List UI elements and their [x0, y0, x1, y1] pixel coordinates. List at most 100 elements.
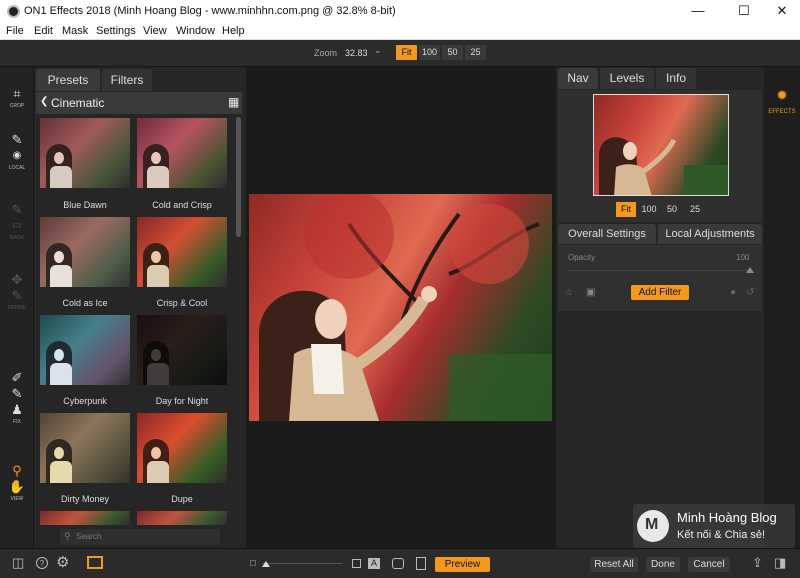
hand-icon: ✋ — [8, 479, 26, 494]
back-icon[interactable]: ❮ — [40, 96, 48, 107]
tool-local[interactable]: ✎ ◉ LOCAL — [0, 133, 34, 172]
search-icon: ⚲ — [64, 531, 71, 541]
title-bar: ON1 Effects 2018 (Minh Hoang Blog - www.… — [0, 0, 800, 23]
zoom-value[interactable]: 32.83 — [345, 48, 368, 58]
watermark-subtitle: Kết nối & Chia sẻ! — [677, 529, 766, 541]
camera-icon[interactable]: ▣ — [586, 287, 595, 298]
module-effects[interactable]: ✹ EFFECTS — [764, 87, 800, 116]
nav-100-button[interactable]: 100 — [639, 202, 659, 217]
zoom-icon: ⚲ — [12, 463, 22, 478]
preset-thumbnail[interactable] — [137, 118, 227, 188]
nav-50-button[interactable]: 50 — [662, 202, 682, 217]
menu-view[interactable]: View — [143, 25, 167, 37]
preset-thumbnail[interactable] — [137, 413, 227, 483]
tab-presets[interactable]: Presets — [36, 69, 100, 91]
menu-window[interactable]: Window — [176, 25, 215, 37]
preset-label: Blue Dawn — [63, 200, 107, 210]
maximize-button[interactable]: ☐ — [724, 2, 764, 22]
watermark-title: Minh Hoàng Blog — [677, 510, 777, 525]
nav-fit-button[interactable]: Fit — [616, 202, 636, 217]
effects-icon: ✹ — [776, 87, 788, 103]
menu-settings[interactable]: Settings — [96, 25, 136, 37]
main-photo[interactable] — [249, 194, 552, 421]
tab-levels[interactable]: Levels — [600, 68, 654, 89]
overall-settings-panel: Opacity 100 ⌂ ▣ ● ↺ — [558, 245, 762, 311]
blog-logo: M — [637, 510, 669, 542]
preset-thumbnail[interactable] — [40, 511, 130, 525]
eye-icon: ◉ — [12, 150, 22, 161]
opacity-slider[interactable] — [568, 270, 753, 271]
minimize-button[interactable]: — — [678, 2, 718, 22]
checkbox-icon[interactable] — [352, 559, 361, 568]
tool-crop-label: CROP — [9, 103, 25, 109]
close-button[interactable]: ✕ — [762, 2, 800, 22]
preset-thumbnail[interactable] — [40, 315, 130, 385]
add-filter-button[interactable]: Add Filter — [631, 285, 689, 300]
zoom-100-button[interactable]: 100 — [419, 45, 440, 60]
menu-file[interactable]: File — [6, 25, 24, 37]
tab-local-adjustments[interactable]: Local Adjustments — [658, 224, 762, 244]
search-input[interactable]: ⚲ Search — [60, 529, 220, 545]
tab-nav[interactable]: Nav — [558, 68, 598, 89]
opacity-slider-handle[interactable] — [746, 267, 754, 273]
thumbnail-size-slider[interactable] — [262, 563, 342, 564]
window-title: ON1 Effects 2018 (Minh Hoang Blog - www.… — [24, 5, 396, 17]
preset-thumbnail[interactable] — [137, 511, 227, 525]
text-overlay-icon[interactable]: A — [368, 558, 380, 569]
gear-icon[interactable]: ● — [730, 287, 736, 298]
compare-view-icon[interactable] — [87, 556, 103, 569]
menu-bar: File Edit Mask Settings View Window Help — [0, 23, 800, 40]
cancel-button[interactable]: Cancel — [688, 557, 730, 572]
menu-mask[interactable]: Mask — [62, 25, 88, 37]
nav-25-button[interactable]: 25 — [685, 202, 705, 217]
mask-icon[interactable]: ⌂ — [566, 287, 572, 298]
tab-overall-settings[interactable]: Overall Settings — [558, 224, 656, 244]
blog-logo-letter: M — [645, 516, 659, 533]
zoom-50-button[interactable]: 50 — [442, 45, 463, 60]
mask-brush-icon: ✎ — [11, 202, 23, 217]
menu-help[interactable]: Help — [222, 25, 245, 37]
preview-button[interactable]: Preview — [435, 557, 490, 572]
reset-all-button[interactable]: Reset All — [590, 557, 638, 572]
tool-sidebar: ⌗ CROP ✎ ◉ LOCAL ✎ ▭ MASK ✥ ✎ REFINE ✐ ✎… — [0, 67, 34, 548]
tool-view[interactable]: ⚲ ✋ VIEW — [0, 463, 34, 503]
tab-info[interactable]: Info — [656, 68, 696, 89]
grid-view-icon[interactable]: ▦ — [228, 95, 239, 109]
zoom-25-button[interactable]: 25 — [465, 45, 486, 60]
help-icon[interactable]: ? — [36, 557, 48, 569]
panel-toggle-icon[interactable]: ◫ — [12, 555, 24, 571]
slider-min-icon — [250, 560, 256, 566]
mask-view-icon[interactable] — [392, 558, 404, 569]
menu-edit[interactable]: Edit — [34, 25, 53, 37]
effects-label: EFFECTS — [768, 109, 796, 115]
preset-thumbnail[interactable] — [137, 217, 227, 287]
navigator-thumbnail[interactable] — [593, 94, 729, 196]
preset-label: Dupe — [171, 494, 193, 504]
tab-filters[interactable]: Filters — [102, 69, 152, 91]
preset-label: Day for Night — [155, 396, 209, 406]
tool-fix[interactable]: ✐ ✎ ♟ FIX — [0, 370, 34, 426]
browser-scrollbar[interactable] — [236, 117, 241, 237]
preset-thumbnail[interactable] — [137, 315, 227, 385]
tool-mask[interactable]: ✎ ▭ MASK — [0, 202, 34, 242]
preset-label: Cold as Ice — [62, 298, 108, 308]
chevron-down-icon[interactable]: ⌄ — [374, 45, 382, 56]
preset-thumbnail[interactable] — [40, 118, 130, 188]
panel-right-toggle-icon[interactable]: ◨ — [774, 555, 786, 571]
share-icon[interactable]: ⇪ — [752, 555, 763, 571]
category-header[interactable]: ❮ Cinematic ▦ — [36, 92, 242, 114]
zoom-fit-button[interactable]: Fit — [396, 45, 417, 60]
retouch-icon: ✐ — [11, 370, 23, 385]
tool-crop[interactable]: ⌗ CROP — [0, 86, 34, 110]
done-button[interactable]: Done — [646, 557, 680, 572]
reset-icon[interactable]: ↺ — [746, 287, 754, 298]
refine-icon: ✥ — [11, 272, 23, 287]
preset-thumbnail[interactable] — [40, 217, 130, 287]
tool-view-label: VIEW — [10, 496, 24, 502]
gear-icon[interactable]: ⚙ — [56, 553, 69, 571]
crop-icon: ⌗ — [13, 86, 21, 101]
preset-thumbnail[interactable] — [40, 413, 130, 483]
slider-handle[interactable] — [262, 561, 270, 567]
tool-refine[interactable]: ✥ ✎ REFINE — [0, 272, 34, 312]
document-icon[interactable] — [416, 557, 426, 570]
